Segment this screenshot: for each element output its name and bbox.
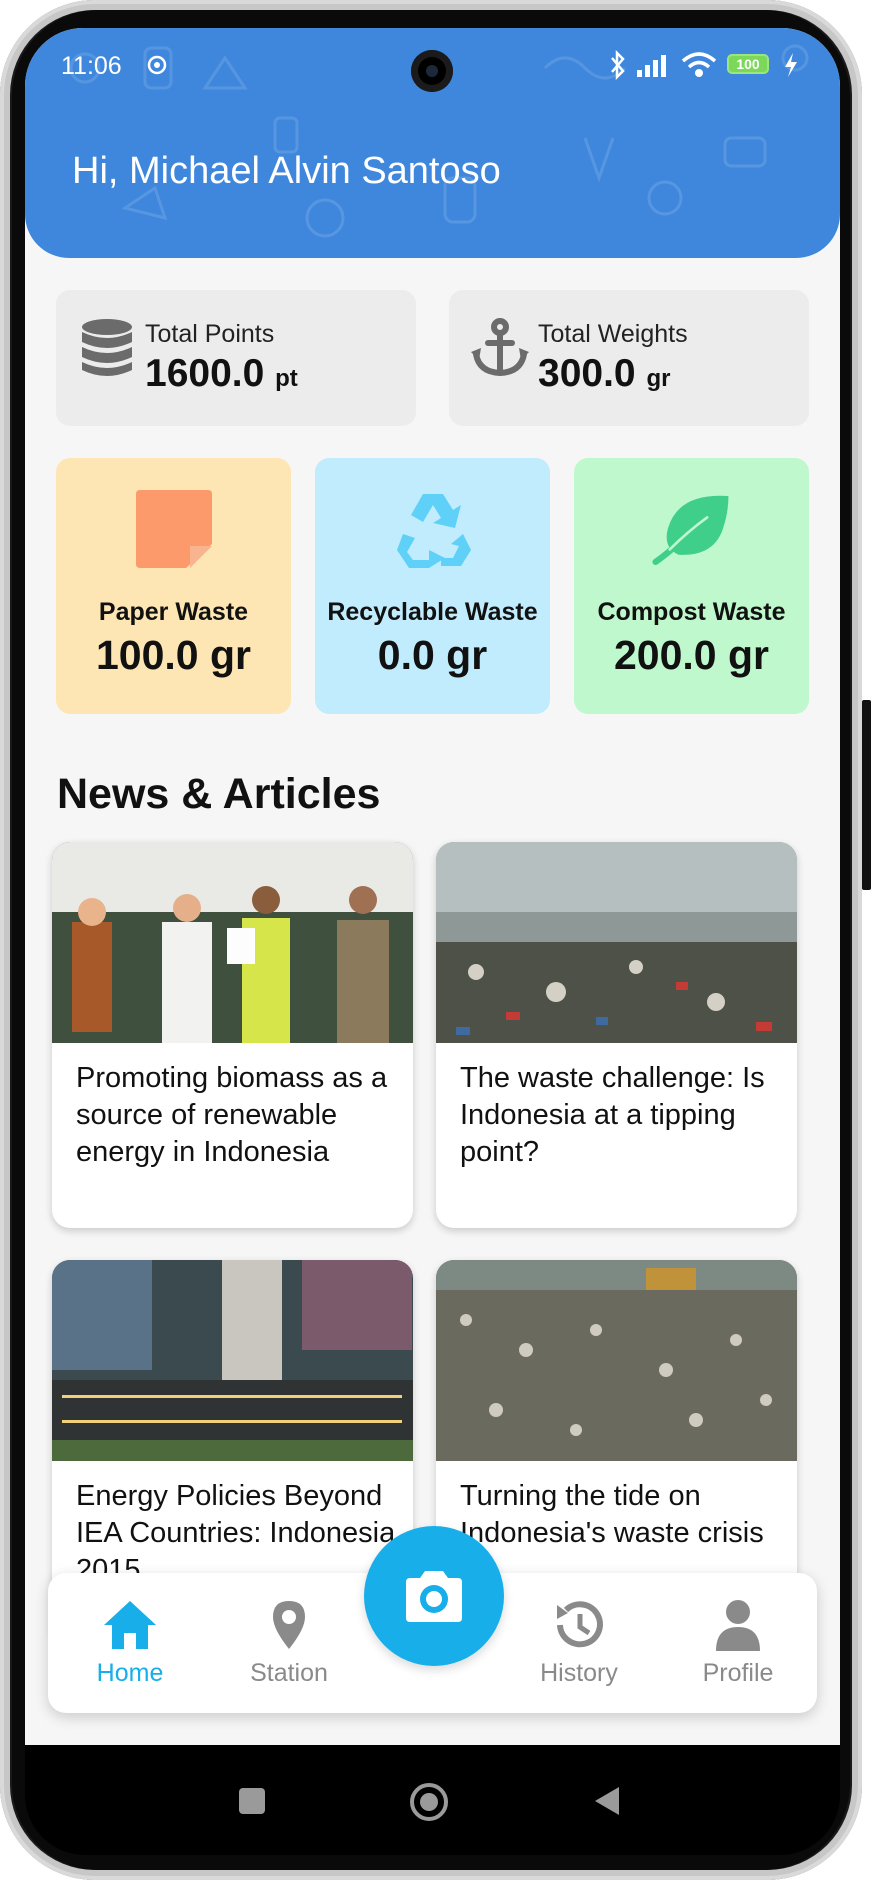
waste-value: 100.0 gr: [96, 632, 251, 678]
polluted-sea-photo: [436, 842, 797, 1043]
stat-label: Total Weights: [538, 320, 688, 348]
stat-number: 1600.0: [145, 352, 265, 395]
recycle-icon: [397, 494, 471, 570]
total-weights-card: Total Weights 300.0 gr: [449, 290, 809, 426]
news-title: Turning the tide on Indonesia's waste cr…: [460, 1480, 764, 1549]
total-points-card: Total Points 1600.0 pt: [56, 290, 416, 426]
system-nav-bar: [25, 1745, 840, 1855]
greeting-text: Hi, Michael Alvin Santoso: [72, 150, 501, 192]
recyclable-waste-card[interactable]: Recyclable Waste 0.0 gr: [315, 458, 550, 714]
nav-label: Home: [96, 1659, 164, 1687]
paper-note-icon: [136, 490, 212, 568]
anchor-icon: [471, 318, 529, 377]
back-button[interactable]: [593, 1785, 621, 1817]
stat-label: Total Points: [145, 320, 275, 348]
waste-label: Compost Waste: [597, 598, 786, 626]
stat-number: 300.0: [538, 352, 636, 395]
charging-icon: [785, 53, 797, 77]
river-trash-photo: [436, 1260, 797, 1461]
waste-label: Paper Waste: [98, 598, 249, 626]
scan-camera-button[interactable]: [364, 1526, 504, 1666]
nav-home[interactable]: Home: [60, 1573, 200, 1713]
map-pin-icon: [273, 1601, 305, 1649]
stat-value: 300.0 gr: [538, 352, 670, 396]
leaf-icon: [652, 495, 729, 565]
person-icon: [716, 1600, 760, 1651]
stat-unit: gr: [646, 365, 671, 392]
database-icon: [82, 319, 132, 376]
news-title: The waste challenge: Is Indonesia at a t…: [460, 1062, 765, 1168]
sync-icon: [147, 55, 167, 75]
waste-value: 200.0 gr: [614, 632, 769, 678]
waste-value: 0.0 gr: [377, 632, 488, 678]
nav-station[interactable]: Station: [219, 1573, 359, 1713]
signal-icon: [637, 55, 666, 77]
wifi-icon: [681, 52, 717, 77]
volume-button: [862, 700, 871, 890]
news-card[interactable]: Promoting biomass as a source of renewab…: [52, 842, 413, 1228]
home-button[interactable]: [409, 1782, 449, 1822]
nav-label: Profile: [702, 1659, 774, 1687]
header: 11:06 100 Hi, Michael Alvin Santoso: [25, 28, 840, 258]
news-section-title: News & Articles: [57, 770, 381, 818]
news-title: Promoting biomass as a source of renewab…: [76, 1062, 388, 1168]
battery-indicator: 100: [727, 54, 769, 74]
nav-profile[interactable]: Profile: [668, 1573, 808, 1713]
paper-waste-card[interactable]: Paper Waste 100.0 gr: [56, 458, 291, 714]
news-card[interactable]: The waste challenge: Is Indonesia at a t…: [436, 842, 797, 1228]
camera-icon: [406, 1571, 462, 1622]
nav-label: History: [540, 1659, 618, 1687]
compost-waste-card[interactable]: Compost Waste 200.0 gr: [574, 458, 809, 714]
status-time: 11:06: [61, 52, 122, 80]
home-icon: [104, 1601, 156, 1649]
bluetooth-icon: [611, 50, 625, 80]
stat-value: 1600.0 pt: [145, 352, 298, 396]
status-bar: 11:06 100: [25, 28, 840, 98]
waste-label: Recyclable Waste: [327, 598, 538, 626]
stat-unit: pt: [275, 365, 298, 392]
recent-apps-button[interactable]: [238, 1787, 266, 1815]
nav-label: Station: [250, 1659, 328, 1687]
signing-ceremony-photo: [52, 842, 413, 1043]
city-aerial-photo: [52, 1260, 413, 1461]
history-icon: [557, 1601, 603, 1648]
app-screen: 11:06 100 Hi, Michael Alvin Santoso Tota…: [25, 28, 840, 1745]
nav-history[interactable]: History: [509, 1573, 649, 1713]
front-camera: [411, 50, 453, 92]
